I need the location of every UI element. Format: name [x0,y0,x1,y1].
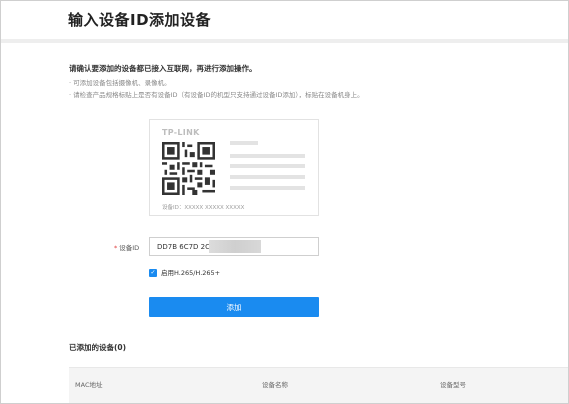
redacted-id-mask [209,240,261,253]
devices-table-header: MAC地址 设备名称 设备型号 [69,367,568,403]
column-device-model: 设备型号 [440,381,466,389]
notice-line-label-hint: · 请检查产品规格标贴上是否有设备ID（有设备ID的机型只支持通过设备ID添加）… [69,91,364,99]
notice-line-device-types: · 可添加设备包括摄像机、录像机。 [69,79,171,87]
notice-text: 请确认要添加的设备都已接入互联网，再进行添加操作。 [69,64,257,73]
page-header: 输入设备ID添加设备 [1,1,568,43]
column-mac: MAC地址 [75,381,103,389]
label-text-placeholder [230,141,258,145]
device-id-example: 设备ID：XXXXX XXXXX XXXXX [162,205,245,211]
add-button[interactable]: 添加 [149,297,319,317]
label-text-placeholder [230,154,305,158]
brand-logo: TP-LINK [162,128,200,137]
required-mark: * [114,244,118,252]
qr-code-icon [162,142,215,195]
label-text-placeholder [230,175,305,179]
device-label-illustration: TP-LINK 设备ID：XXXXX XXXXX XXXXX [149,119,319,216]
label-text-placeholder [230,164,305,168]
column-device-name: 设备名称 [262,381,288,389]
page-title: 输入设备ID添加设备 [68,11,212,29]
device-id-label-text: 设备ID [119,244,140,252]
added-devices-title: 已添加的设备(0) [69,343,127,352]
h265-label: 启用H.265/H.265+ [161,269,221,277]
device-id-label: * 设备ID [114,242,139,252]
h265-checkbox[interactable]: ✓ [149,269,157,277]
label-text-placeholder [230,186,305,190]
window-frame: 输入设备ID添加设备 请确认要添加的设备都已接入互联网，再进行添加操作。 · 可… [0,0,569,404]
